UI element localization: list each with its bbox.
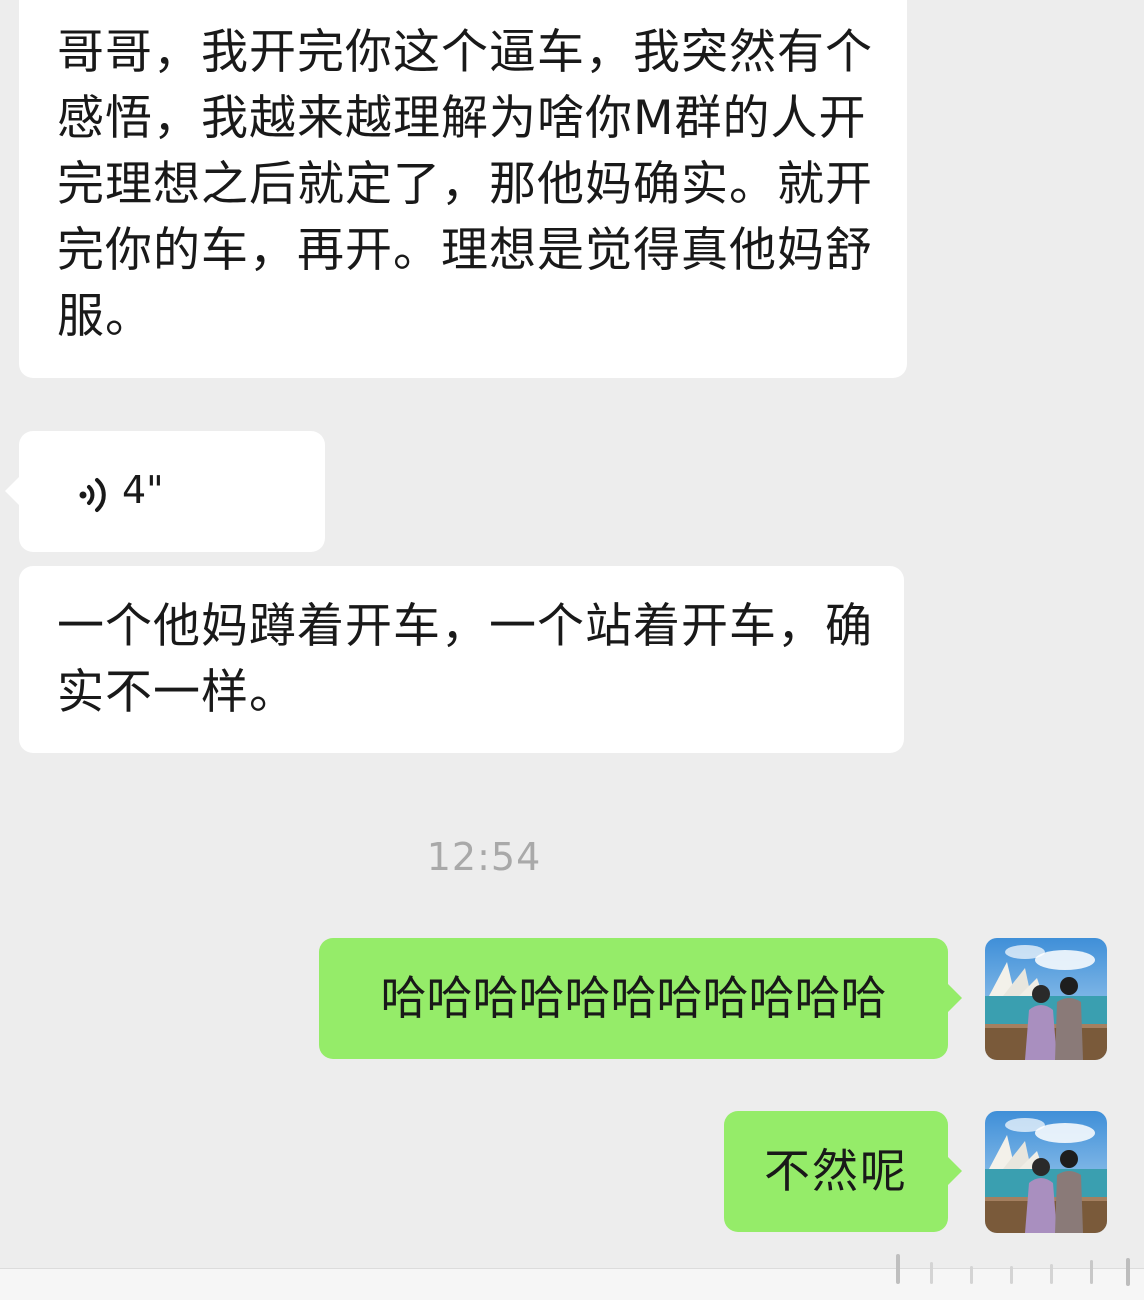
message-text: 哥哥，我开完你这个逼车，我突然有个感悟，我越来越理解为啥你M群的人开完理想之后就… (57, 25, 873, 344)
outgoing-message-bubble[interactable]: 不然呢 (724, 1111, 948, 1232)
bubble-tail (948, 1157, 962, 1185)
scroll-indicator-icon (896, 1254, 1130, 1286)
message-text: 一个他妈蹲着开车，一个站着开车，确实不一样。 (57, 599, 873, 720)
bubble-tail (948, 984, 962, 1012)
message-text: 不然呢 (764, 1144, 908, 1198)
incoming-message-bubble[interactable]: 哥哥，我开完你这个逼车，我突然有个感悟，我越来越理解为啥你M群的人开完理想之后就… (19, 0, 907, 378)
avatar[interactable] (985, 938, 1107, 1060)
avatar-photo (985, 938, 1107, 1060)
voice-message-bubble[interactable] (19, 431, 325, 552)
avatar-photo (985, 1111, 1107, 1233)
voice-duration: 4" (122, 468, 164, 512)
voice-wave-icon (79, 478, 106, 512)
message-timestamp: 12:54 (426, 835, 542, 879)
avatar[interactable] (985, 1111, 1107, 1233)
bubble-tail (5, 477, 19, 505)
message-text: 哈哈哈哈哈哈哈哈哈哈哈 (380, 971, 887, 1025)
outgoing-message-bubble[interactable]: 哈哈哈哈哈哈哈哈哈哈哈 (319, 938, 948, 1059)
incoming-message-bubble[interactable]: 一个他妈蹲着开车，一个站着开车，确实不一样。 (19, 566, 904, 753)
